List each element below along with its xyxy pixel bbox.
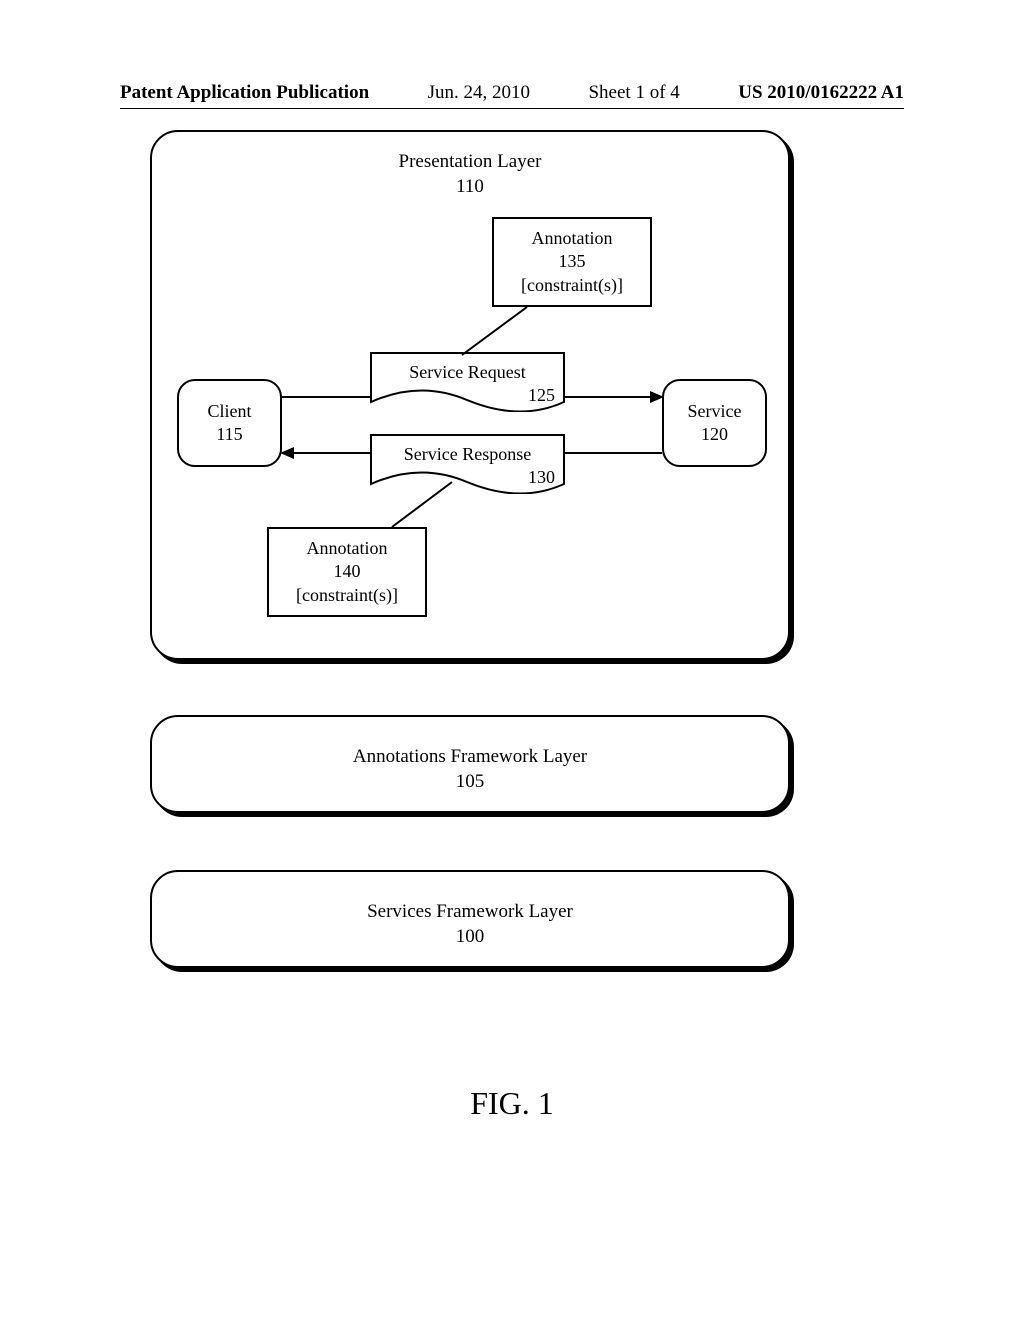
figure-1-diagram: Presentation Layer 110 Annotation 135 [c…	[150, 130, 790, 1030]
annotation-135-constraint: [constraint(s)]	[494, 274, 650, 297]
service-request-label: Service Request	[370, 362, 565, 383]
services-layer-num: 100	[456, 926, 485, 947]
publication-date: Jun. 24, 2010	[428, 82, 530, 104]
request-arrow-left	[282, 396, 370, 398]
response-arrow-left	[282, 452, 370, 454]
page-header: Patent Application Publication Jun. 24, …	[0, 82, 1024, 104]
annotations-layer-label: Annotations Framework Layer	[353, 746, 587, 767]
publication-label: Patent Application Publication	[120, 82, 369, 104]
request-arrow-right	[565, 396, 662, 398]
client-num: 115	[179, 423, 280, 446]
service-request-num: 125	[528, 385, 555, 406]
annotation-140-constraint: [constraint(s)]	[269, 584, 425, 607]
service-label: Service	[664, 400, 765, 423]
presentation-layer-box: Presentation Layer 110 Annotation 135 [c…	[150, 130, 790, 660]
presentation-layer-label: Presentation Layer	[399, 151, 542, 172]
annotation-140-num: 140	[269, 560, 425, 583]
sheet-number: Sheet 1 of 4	[588, 82, 679, 104]
client-box: Client 115	[177, 379, 282, 467]
presentation-layer-title: Presentation Layer 110	[152, 150, 788, 199]
header-divider	[120, 108, 904, 109]
publication-number: US 2010/0162222 A1	[738, 82, 904, 104]
figure-label: FIG. 1	[0, 1085, 1024, 1122]
response-arrow-right	[565, 452, 662, 454]
annotations-layer-num: 105	[456, 771, 485, 792]
service-response-label: Service Response	[370, 444, 565, 465]
annotation-140-label: Annotation	[269, 537, 425, 560]
client-label: Client	[179, 400, 280, 423]
annotation-140-box: Annotation 140 [constraint(s)]	[267, 527, 427, 617]
annotation-135-label: Annotation	[494, 227, 650, 250]
annotations-framework-layer-box: Annotations Framework Layer 105	[150, 715, 790, 813]
presentation-layer-num: 110	[456, 176, 484, 197]
services-layer-label: Services Framework Layer	[367, 901, 573, 922]
connector-140-to-response	[392, 482, 472, 537]
connector-135-to-request	[462, 307, 542, 362]
service-num: 120	[664, 423, 765, 446]
service-response-num: 130	[528, 467, 555, 488]
annotations-framework-title: Annotations Framework Layer 105	[152, 745, 788, 794]
annotation-135-num: 135	[494, 250, 650, 273]
services-framework-title: Services Framework Layer 100	[152, 900, 788, 949]
service-box: Service 120	[662, 379, 767, 467]
services-framework-layer-box: Services Framework Layer 100	[150, 870, 790, 968]
annotation-135-box: Annotation 135 [constraint(s)]	[492, 217, 652, 307]
